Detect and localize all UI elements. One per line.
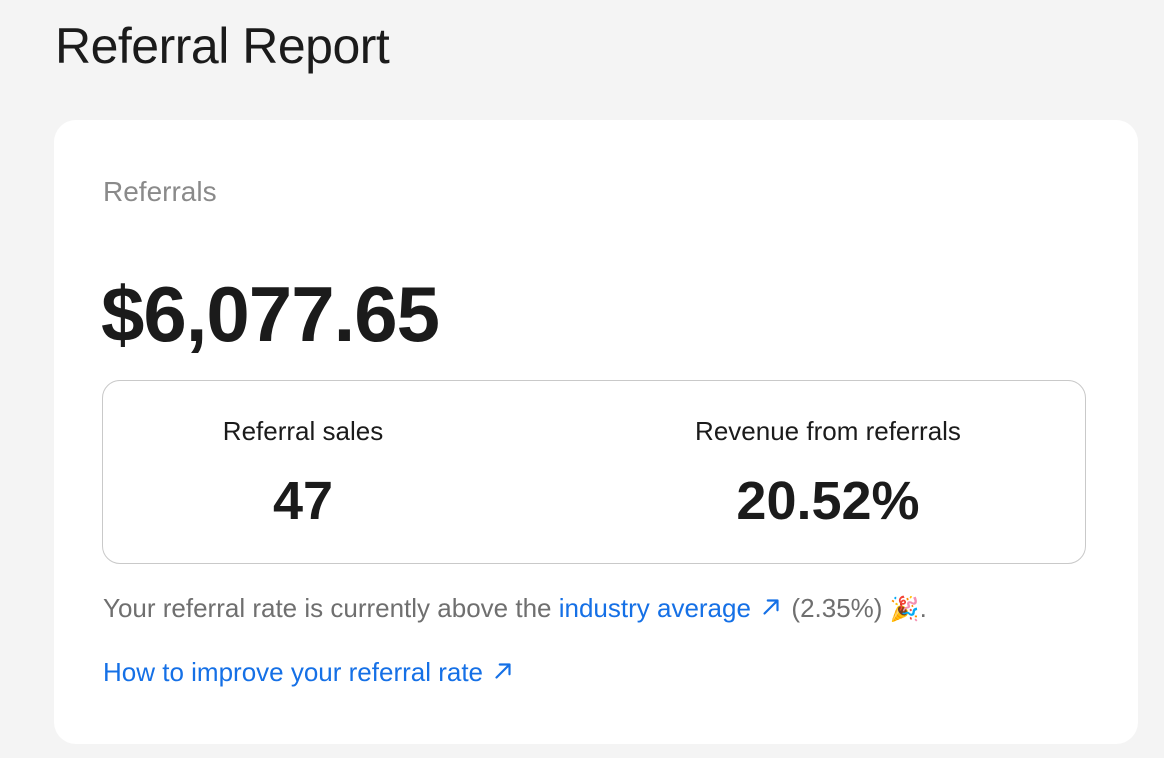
arrow-up-right-icon: [495, 663, 511, 679]
stat-revenue-from-referrals: Revenue from referrals 20.52%: [583, 381, 1073, 563]
stat-label: Referral sales: [222, 416, 384, 446]
stat-value: 20.52%: [736, 471, 920, 531]
industry-average-value: (2.35%): [784, 593, 890, 623]
card-label: Referrals: [103, 176, 217, 207]
party-popper-icon: 🎉: [889, 596, 920, 623]
stats-box: Referral sales 47 Revenue from referrals…: [102, 380, 1086, 564]
industry-average-link[interactable]: industry average: [559, 593, 784, 623]
note-end: .: [919, 593, 927, 623]
referrals-card: Referrals $6,077.65 Referral sales 47 Re…: [54, 120, 1138, 744]
total-referral-revenue: $6,077.65: [101, 270, 440, 358]
stat-value: 47: [272, 471, 334, 531]
industry-average-link-label: industry average: [558, 593, 751, 623]
improve-referral-rate-link[interactable]: How to improve your referral rate: [103, 654, 516, 690]
page-title: Referral Report: [55, 18, 390, 74]
referral-rate-note: Your referral rate is currently above th…: [103, 590, 927, 628]
stat-referral-sales: Referral sales 47: [103, 381, 503, 563]
stat-label: Revenue from referrals: [695, 416, 961, 446]
note-prefix: Your referral rate is currently above th…: [103, 593, 559, 623]
arrow-up-right-icon: [763, 599, 779, 615]
improve-referral-rate-label: How to improve your referral rate: [103, 657, 484, 687]
